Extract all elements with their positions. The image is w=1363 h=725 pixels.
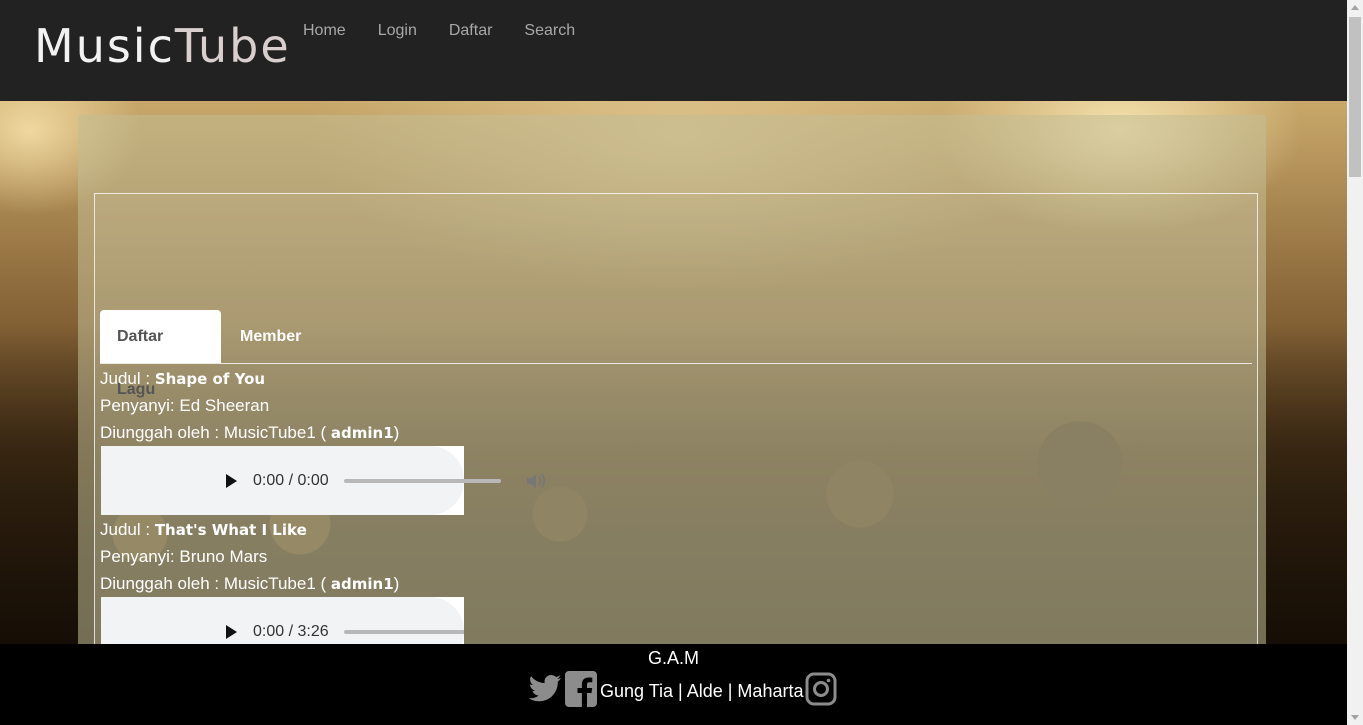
nav-home[interactable]: Home	[303, 20, 346, 42]
audio-progress-track[interactable]	[344, 446, 501, 515]
footer-brand: G.A.M	[647, 648, 699, 668]
judul-label: Judul :	[100, 369, 155, 388]
uploader-name: MusicTube1	[223, 574, 316, 593]
song-title-line: Judul : Shape of You	[100, 365, 399, 392]
facebook-icon[interactable]	[564, 669, 598, 714]
play-icon[interactable]	[226, 446, 237, 515]
song-uploader-line: Diunggah oleh : MusicTube1 ( admin1)	[100, 570, 399, 597]
tab-bar: Daftar Lagu Member	[100, 310, 1252, 398]
page-scrollbar[interactable]	[1347, 0, 1363, 725]
song-artist: Bruno Mars	[179, 547, 268, 566]
song-artist-line: Penyanyi: Ed Sheeran	[100, 392, 399, 419]
top-navbar: MusicTube Home Login Daftar Search	[0, 0, 1347, 101]
logo-music: Music	[34, 19, 175, 73]
song-artist: Ed Sheeran	[179, 396, 270, 415]
uploader-name: MusicTube1	[223, 423, 316, 442]
audio-progress-track[interactable]	[344, 597, 464, 644]
song-title: Shape of You	[154, 370, 266, 388]
diunggah-label: Diunggah oleh :	[100, 574, 224, 593]
scroll-up-arrow-icon[interactable]	[1351, 5, 1359, 10]
tab-daftar-lagu[interactable]: Daftar Lagu	[100, 310, 221, 398]
uploader-username: admin1	[330, 424, 394, 442]
open-paren: (	[315, 423, 331, 442]
penyanyi-label: Penyanyi:	[100, 547, 180, 566]
close-paren: )	[393, 423, 400, 442]
song-item: Judul : Shape of You Penyanyi: Ed Sheera…	[100, 365, 399, 446]
volume-icon[interactable]	[526, 446, 546, 515]
audio-player[interactable]: 0:00 / 3:26	[101, 597, 464, 644]
twitter-icon[interactable]	[528, 674, 562, 709]
nav-daftar[interactable]: Daftar	[449, 20, 493, 42]
play-icon[interactable]	[226, 597, 237, 644]
penyanyi-label: Penyanyi:	[100, 396, 180, 415]
logo-tube: Tube	[174, 19, 291, 73]
scrollbar-thumb[interactable]	[1349, 17, 1361, 177]
open-paren: (	[315, 574, 331, 593]
uploader-username: admin1	[330, 575, 394, 593]
song-title: That's What I Like	[154, 521, 307, 539]
song-title-line: Judul : That's What I Like	[100, 516, 399, 543]
song-item: Judul : That's What I Like Penyanyi: Bru…	[100, 516, 399, 597]
close-paren: )	[393, 574, 400, 593]
diunggah-label: Diunggah oleh :	[100, 423, 224, 442]
audio-time: 0:00 / 0:00	[253, 471, 329, 489]
audio-player[interactable]: 0:00 / 0:00	[101, 446, 546, 515]
nav-login[interactable]: Login	[378, 20, 417, 42]
song-artist-line: Penyanyi: Bruno Mars	[100, 543, 399, 570]
nav-search[interactable]: Search	[524, 20, 575, 42]
footer-names: Gung Tia | Alde | Maharta	[600, 680, 804, 701]
song-uploader-line: Diunggah oleh : MusicTube1 ( admin1)	[100, 419, 399, 446]
footer-social-row: Gung Tia | Alde | Maharta	[528, 669, 837, 714]
scroll-down-arrow-icon[interactable]	[1351, 715, 1359, 720]
judul-label: Judul :	[100, 520, 155, 539]
tab-member[interactable]: Member	[223, 310, 318, 363]
instagram-icon[interactable]	[805, 671, 837, 712]
audio-time: 0:00 / 3:26	[253, 622, 329, 640]
site-logo[interactable]: MusicTube	[34, 18, 291, 74]
main-nav: Home Login Daftar Search	[303, 20, 607, 42]
site-footer: G.A.M Gung Tia | Alde | Maharta	[0, 644, 1347, 725]
